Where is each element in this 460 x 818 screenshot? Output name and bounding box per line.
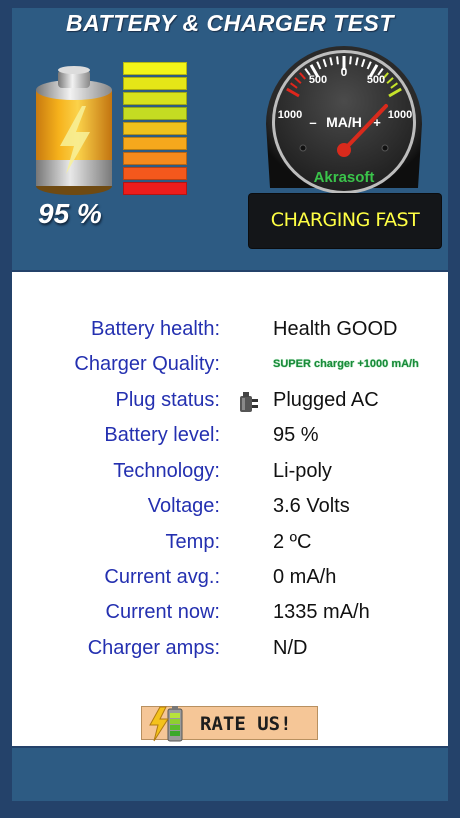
gauge-tick-1000-left: 1000	[278, 109, 302, 121]
battery-level-bar	[123, 77, 187, 90]
info-row-temp: Temp: 2 ºC	[12, 531, 448, 561]
info-row-battery-level: Battery level: 95 %	[12, 424, 448, 454]
info-label: Charger amps:	[87, 637, 220, 659]
gauge-tick-mark	[336, 56, 339, 65]
gauge-minus: –	[309, 115, 316, 130]
info-label: Temp:	[165, 531, 220, 553]
info-value: Health GOOD	[273, 318, 398, 340]
gauge-tick-mark	[349, 56, 352, 65]
battery-level-bar	[123, 137, 187, 150]
charging-status-box: CHARGING FAST	[249, 194, 441, 248]
battery-charging-icon	[36, 66, 112, 195]
gauge-tick-500-right: 500	[367, 74, 385, 86]
battery-level-bars	[123, 62, 187, 197]
gauge-tick-1000-right: 1000	[388, 109, 412, 121]
info-row-charger-amps: Charger amps: N/D	[12, 637, 448, 667]
info-row-battery-health: Battery health: Health GOOD	[12, 318, 448, 348]
info-value: 0 mA/h	[273, 566, 337, 588]
info-value: Plugged AC	[273, 389, 379, 411]
app-title: BATTERY & CHARGER TEST	[66, 10, 394, 36]
battery-percent: 95 %	[38, 198, 102, 229]
info-row-charger-quality: Charger Quality: SUPER charger +1000 mA/…	[12, 353, 448, 383]
current-gauge: 500 0 500 1000 1000 – MA/H + Akrasoft	[266, 46, 422, 194]
info-row-current-avg: Current avg.: 0 mA/h	[12, 566, 448, 596]
charging-status: CHARGING FAST	[270, 209, 420, 231]
battery-level-bar	[123, 92, 187, 105]
info-label: Battery level:	[104, 424, 220, 446]
info-label: Current now:	[105, 601, 221, 623]
info-value: N/D	[273, 637, 308, 659]
footer-panel	[12, 748, 448, 801]
info-label: Voltage:	[147, 495, 220, 517]
gauge-tick-500-left: 500	[309, 74, 327, 86]
info-row-current-now: Current now: 1335 mA/h	[12, 601, 448, 631]
battery-level-bar	[123, 122, 187, 135]
info-value: 3.6 Volts	[273, 495, 350, 517]
info-label: Current avg.:	[104, 566, 220, 588]
info-label: Plug status:	[115, 389, 220, 411]
info-label: Charger Quality:	[74, 353, 220, 375]
info-label: Technology:	[113, 460, 220, 482]
battery-level-bar	[123, 62, 187, 75]
info-row-voltage: Voltage: 3.6 Volts	[12, 495, 448, 525]
rate-us-label: RATE US!	[200, 713, 292, 735]
info-row-technology: Technology: Li-poly	[12, 460, 448, 490]
gauge-brand: Akrasoft	[314, 169, 375, 186]
battery-level-bar	[123, 182, 187, 195]
plug-icon	[240, 392, 258, 412]
gauge-tick-0: 0	[341, 65, 348, 79]
info-label: Battery health:	[91, 318, 220, 340]
info-value: 1335 mA/h	[273, 601, 370, 623]
battery-bolt-icon	[149, 706, 183, 742]
battery-level-bar	[123, 107, 187, 120]
info-value: 2 ºC	[273, 531, 312, 553]
gauge-unit: MA/H	[326, 114, 362, 130]
info-value: Li-poly	[273, 460, 332, 482]
info-value: SUPER charger +1000 mA/h	[273, 358, 419, 370]
battery-level-bar	[123, 167, 187, 180]
info-row-plug-status: Plug status: Plugged AC	[12, 389, 448, 419]
battery-level-bar	[123, 152, 187, 165]
info-panel: Battery health: Health GOOD Charger Qual…	[12, 272, 448, 746]
info-value: 95 %	[273, 424, 319, 446]
rate-us-button[interactable]: RATE US!	[141, 706, 318, 742]
